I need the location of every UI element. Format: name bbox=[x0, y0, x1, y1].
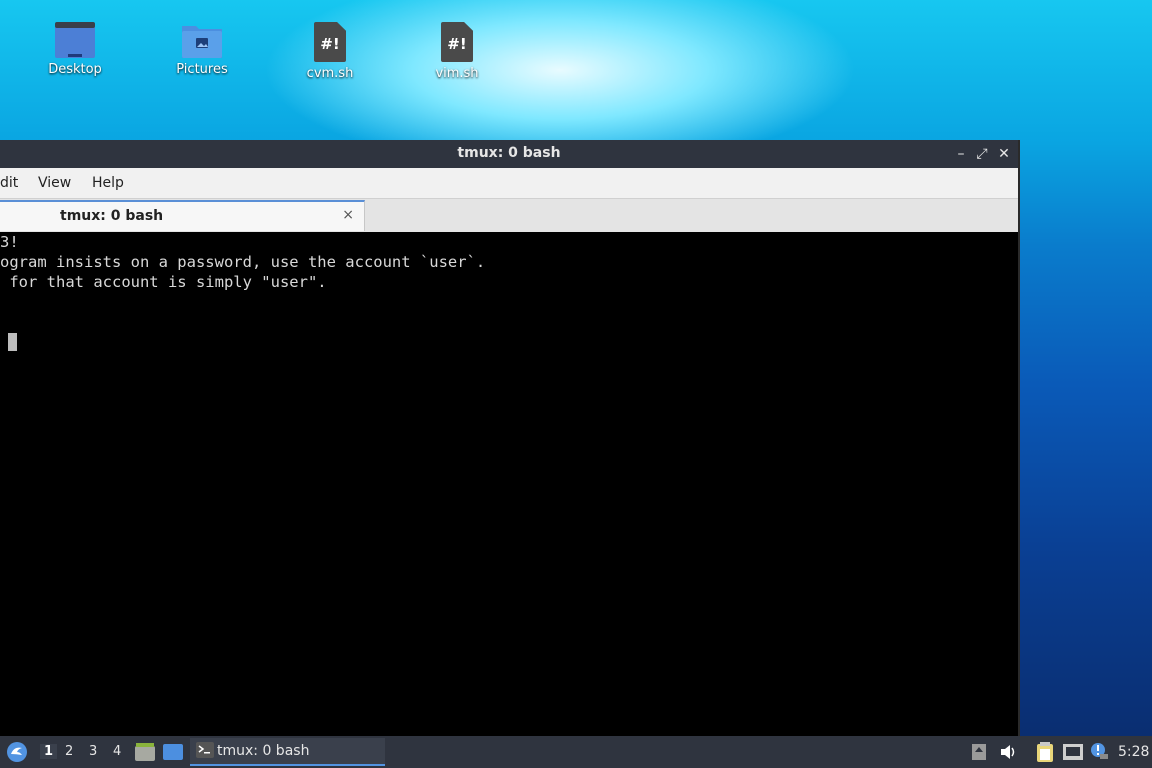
workspace-3[interactable]: 3 bbox=[89, 744, 97, 759]
desktop-icon-label: vim.sh bbox=[435, 66, 479, 81]
taskbar: 1 2 3 4 tmux: 0 bash 5:28 bbox=[0, 736, 1152, 768]
tab-tmux[interactable]: tmux: 0 bash × bbox=[0, 200, 365, 231]
minimize-button[interactable]: – bbox=[952, 144, 970, 164]
desktop-folder-icon bbox=[55, 22, 95, 58]
menu-view[interactable]: View bbox=[38, 175, 71, 191]
desktop-icon-cvm-sh[interactable]: #! cvm.sh bbox=[285, 22, 375, 81]
workspace-2[interactable]: 2 bbox=[65, 744, 73, 759]
start-menu-icon[interactable] bbox=[6, 741, 28, 767]
workspace-1[interactable]: 1 bbox=[40, 744, 58, 759]
terminal-output[interactable]: 3! ogram insists on a password, use the … bbox=[0, 232, 1018, 736]
script-file-icon: #! bbox=[441, 22, 473, 62]
volume-icon[interactable] bbox=[1000, 744, 1018, 764]
terminal-line: for that account is simply "user". bbox=[0, 273, 327, 291]
network-icon[interactable] bbox=[1063, 744, 1083, 764]
menu-bar: dit View Help bbox=[0, 168, 1018, 199]
workspace-4[interactable]: 4 bbox=[113, 744, 121, 759]
tab-close-icon[interactable]: × bbox=[342, 207, 354, 223]
maximize-button[interactable]: ⤢ bbox=[973, 144, 991, 164]
close-button[interactable]: ✕ bbox=[995, 144, 1013, 164]
terminal-cursor bbox=[8, 333, 17, 351]
desktop-icon-label: cvm.sh bbox=[306, 66, 354, 81]
terminal-line: 3! bbox=[0, 233, 19, 251]
script-file-icon: #! bbox=[314, 22, 346, 62]
desktop-icon-vim-sh[interactable]: #! vim.sh bbox=[412, 22, 502, 81]
terminal-window: tmux: 0 bash – ⤢ ✕ dit View Help tmux: 0… bbox=[0, 140, 1020, 736]
window-titlebar[interactable]: tmux: 0 bash – ⤢ ✕ bbox=[0, 140, 1018, 168]
clock[interactable]: 5:28 bbox=[1118, 744, 1149, 760]
tab-bar: tmux: 0 bash × bbox=[0, 199, 1018, 233]
window-title: tmux: 0 bash bbox=[457, 145, 561, 161]
pictures-folder-icon bbox=[182, 22, 222, 58]
desktop-icon-label: Desktop bbox=[48, 62, 102, 77]
clipboard-icon[interactable] bbox=[1036, 742, 1054, 766]
tab-label: tmux: 0 bash bbox=[60, 208, 164, 224]
desktop-icon-desktop[interactable]: Desktop bbox=[30, 22, 120, 77]
task-label: tmux: 0 bash bbox=[217, 743, 310, 759]
file-manager-icon[interactable] bbox=[135, 743, 155, 765]
desktop-icon-label: Pictures bbox=[176, 62, 228, 77]
show-desktop-icon[interactable] bbox=[163, 743, 183, 765]
menu-help[interactable]: Help bbox=[92, 175, 124, 191]
terminal-line: ogram insists on a password, use the acc… bbox=[0, 253, 486, 271]
menu-edit[interactable]: dit bbox=[0, 175, 18, 191]
terminal-icon bbox=[196, 742, 214, 762]
upload-icon[interactable] bbox=[972, 744, 986, 764]
notification-icon[interactable] bbox=[1090, 742, 1108, 764]
desktop-icon-pictures[interactable]: Pictures bbox=[157, 22, 247, 77]
task-tmux[interactable]: tmux: 0 bash bbox=[190, 738, 385, 766]
